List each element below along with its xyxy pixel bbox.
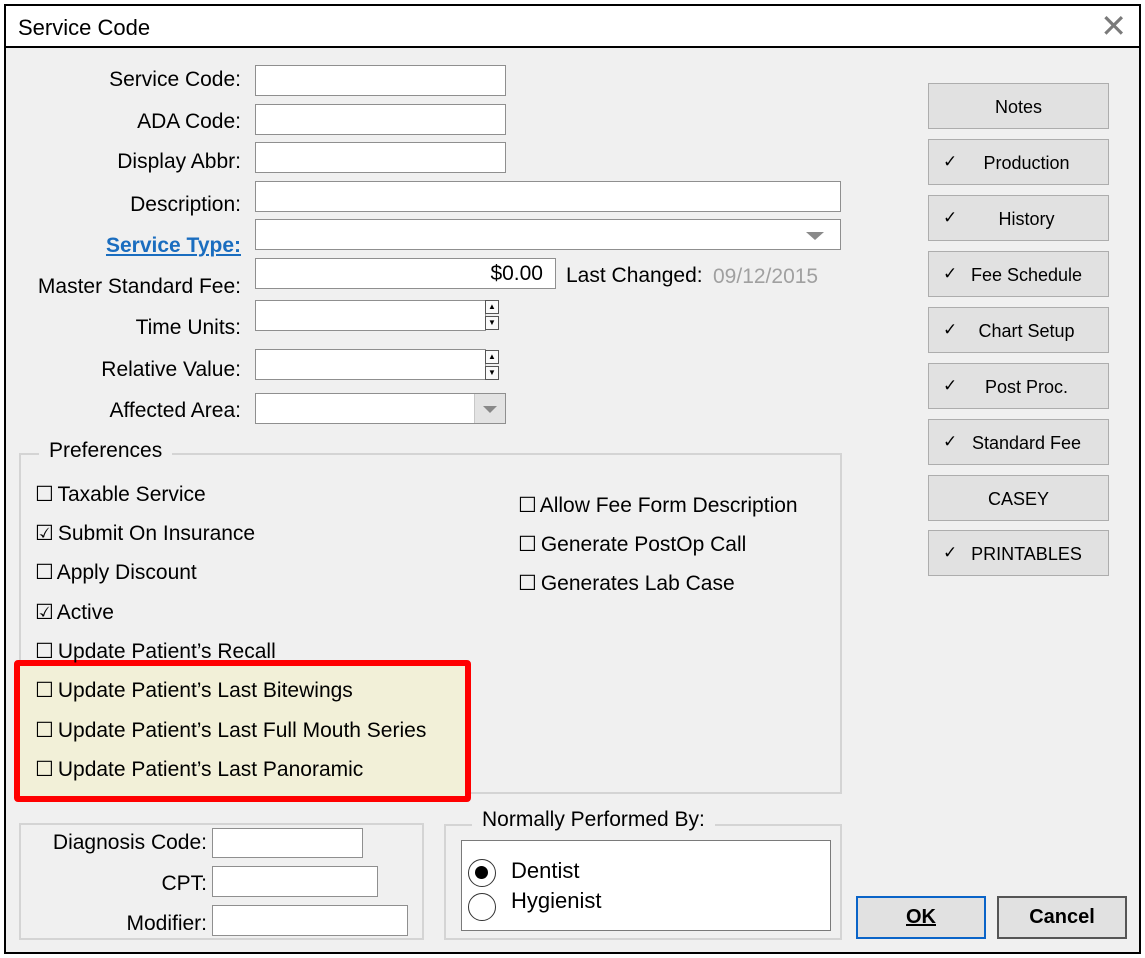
checkbox-update-full-mouth-series[interactable]: ☐ Update Patient’s Last Full Mouth Serie… bbox=[35, 718, 426, 743]
affected-area-dropdown[interactable] bbox=[255, 393, 506, 424]
affected-area-label: Affected Area: bbox=[109, 399, 241, 422]
relative-value-label: Relative Value: bbox=[101, 358, 241, 381]
checkbox-update-bitewings[interactable]: ☐ Update Patient’s Last Bitewings bbox=[35, 678, 353, 703]
checkbox-update-panoramic[interactable]: ☐ Update Patient’s Last Panoramic bbox=[35, 757, 363, 782]
relative-value-spinner[interactable]: ▲ ▼ bbox=[485, 350, 499, 380]
checkbox-icon: ☐ bbox=[35, 679, 54, 702]
time-units-spinner[interactable]: ▲ ▼ bbox=[485, 300, 499, 330]
checkbox-icon: ☐ bbox=[518, 533, 537, 556]
dialog-title: Service Code bbox=[18, 15, 151, 40]
checkbox-generates-lab-case[interactable]: ☐ Generates Lab Case bbox=[518, 571, 735, 596]
checkbox-generate-postop-call[interactable]: ☐ Generate PostOp Call bbox=[518, 532, 746, 557]
last-changed-value: 09/12/2015 bbox=[713, 265, 819, 288]
relative-value-input[interactable] bbox=[255, 349, 486, 380]
casey-button[interactable]: CASEY bbox=[928, 475, 1109, 521]
spin-down-icon[interactable]: ▼ bbox=[485, 316, 499, 330]
chevron-down-icon bbox=[806, 232, 824, 240]
checkbox-icon: ☐ bbox=[35, 758, 54, 781]
service-code-input[interactable] bbox=[255, 65, 506, 96]
diagnosis-code-label: Diagnosis Code: bbox=[52, 831, 207, 854]
title-bar: Service Code ✕ bbox=[6, 6, 1139, 48]
checkbox-icon: ☐ bbox=[518, 572, 537, 595]
spin-up-icon[interactable]: ▲ bbox=[485, 300, 499, 314]
checkbox-submit-on-insurance[interactable]: ☑ Submit On Insurance bbox=[35, 521, 255, 546]
standard-fee-button[interactable]: ✓ Standard Fee bbox=[928, 419, 1109, 465]
description-label: Description: bbox=[130, 193, 241, 216]
fee-schedule-button[interactable]: ✓ Fee Schedule bbox=[928, 251, 1109, 297]
checkbox-icon: ☑ bbox=[35, 601, 54, 624]
checkbox-active[interactable]: ☑ Active bbox=[35, 600, 114, 625]
cancel-button[interactable]: Cancel bbox=[997, 896, 1127, 939]
cpt-input[interactable] bbox=[212, 866, 378, 897]
printables-button[interactable]: ✓ PRINTABLES bbox=[928, 530, 1109, 576]
history-button[interactable]: ✓ History bbox=[928, 195, 1109, 241]
last-changed-label: Last Changed: bbox=[566, 264, 703, 287]
cpt-label: CPT: bbox=[161, 872, 207, 895]
diagnosis-code-input[interactable] bbox=[212, 828, 363, 858]
checkbox-icon: ☐ bbox=[35, 640, 54, 663]
service-type-dropdown[interactable] bbox=[255, 219, 841, 250]
checkbox-icon: ☐ bbox=[35, 483, 54, 506]
checkbox-allow-fee-form-description[interactable]: ☐ Allow Fee Form Description bbox=[518, 493, 798, 518]
modifier-input[interactable] bbox=[212, 905, 408, 936]
display-abbr-label: Display Abbr: bbox=[117, 150, 241, 173]
spin-up-icon[interactable]: ▲ bbox=[485, 350, 499, 364]
checkbox-icon: ☑ bbox=[35, 522, 54, 545]
ok-button[interactable]: OK bbox=[856, 896, 986, 939]
checkbox-icon: ☐ bbox=[518, 494, 537, 517]
performed-by-options bbox=[461, 840, 831, 931]
radio-dentist[interactable] bbox=[468, 859, 496, 887]
service-type-link[interactable]: Service Type: bbox=[106, 234, 241, 258]
checkbox-icon: ☐ bbox=[35, 561, 54, 584]
close-icon[interactable]: ✕ bbox=[1100, 10, 1127, 42]
chevron-down-icon[interactable] bbox=[474, 394, 505, 423]
production-button[interactable]: ✓ Production bbox=[928, 139, 1109, 185]
time-units-label: Time Units: bbox=[135, 316, 241, 339]
post-proc-button[interactable]: ✓ Post Proc. bbox=[928, 363, 1109, 409]
radio-dentist-label: Dentist bbox=[511, 858, 580, 883]
master-fee-label: Master Standard Fee: bbox=[37, 275, 241, 298]
display-abbr-input[interactable] bbox=[255, 142, 506, 173]
ada-code-input[interactable] bbox=[255, 104, 506, 135]
radio-hygienist[interactable] bbox=[468, 893, 496, 921]
ada-code-label: ADA Code: bbox=[137, 110, 241, 133]
modifier-label: Modifier: bbox=[126, 912, 207, 935]
service-code-label: Service Code: bbox=[109, 68, 241, 91]
checkbox-icon: ☐ bbox=[35, 719, 54, 742]
spin-down-icon[interactable]: ▼ bbox=[485, 366, 499, 380]
radio-hygienist-label: Hygienist bbox=[511, 888, 602, 913]
description-input[interactable] bbox=[255, 181, 841, 212]
time-units-input[interactable] bbox=[255, 300, 486, 331]
chart-setup-button[interactable]: ✓ Chart Setup bbox=[928, 307, 1109, 353]
checkbox-taxable-service[interactable]: ☐ Taxable Service bbox=[35, 482, 206, 507]
performed-by-legend: Normally Performed By: bbox=[472, 808, 715, 832]
master-fee-input[interactable]: $0.00 bbox=[255, 258, 556, 289]
notes-button[interactable]: Notes bbox=[928, 83, 1109, 129]
checkbox-apply-discount[interactable]: ☐ Apply Discount bbox=[35, 560, 197, 585]
preferences-legend: Preferences bbox=[39, 439, 173, 463]
checkbox-update-recall[interactable]: ☐ Update Patient’s Recall bbox=[35, 639, 276, 664]
